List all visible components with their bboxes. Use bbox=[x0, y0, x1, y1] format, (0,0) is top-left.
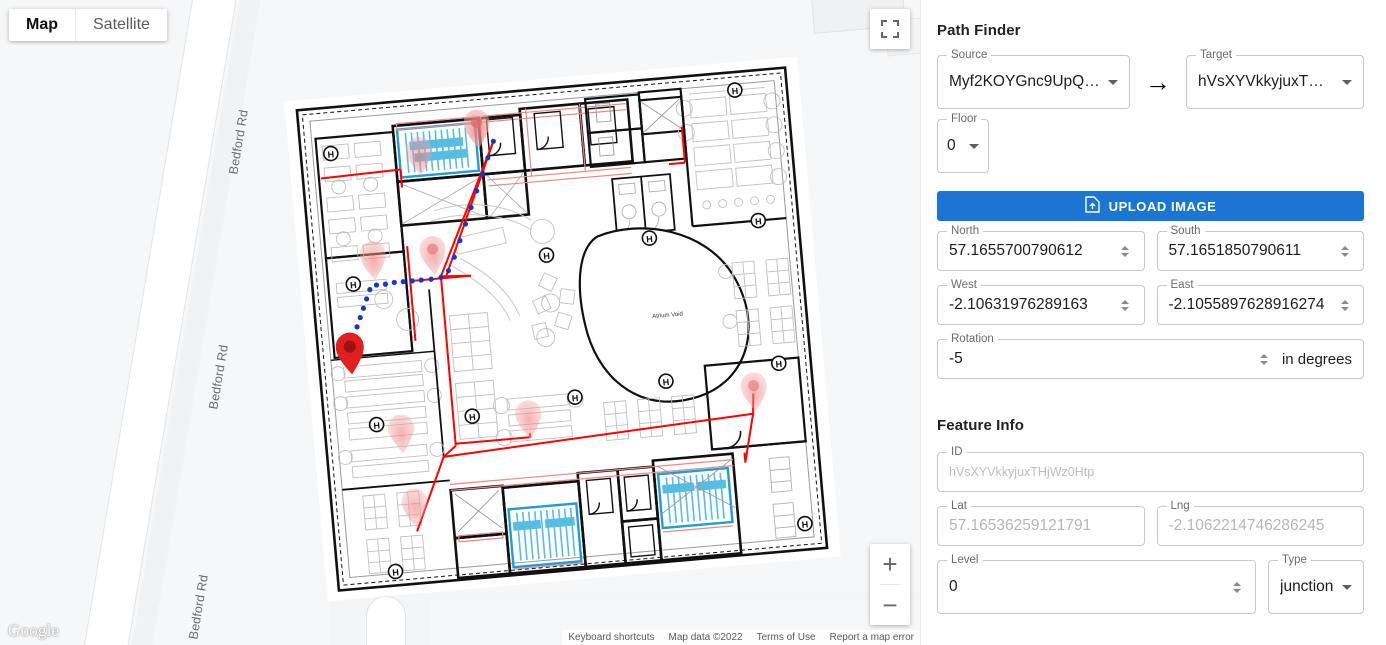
north-south-row: North 57.1655700790612 South 57.16518507… bbox=[937, 225, 1364, 271]
rotation-label: Rotation bbox=[947, 333, 998, 346]
road-label: Bedford Rd bbox=[206, 343, 231, 411]
chevron-down-icon[interactable] bbox=[969, 143, 979, 149]
chevron-down-icon[interactable] bbox=[1107, 79, 1118, 85]
keyboard-shortcuts-link[interactable]: Keyboard shortcuts bbox=[568, 632, 654, 643]
floor-label: Floor bbox=[947, 113, 982, 126]
zoom-in-icon[interactable]: + bbox=[870, 544, 910, 584]
south-input[interactable]: South 57.1651850790611 bbox=[1156, 225, 1364, 271]
rotation-value: -5 bbox=[949, 350, 963, 367]
feature-level-input[interactable]: Level 0 bbox=[937, 554, 1256, 614]
floorplan-overlay[interactable]: Atrium Void H H H H H H H H H H H H H bbox=[284, 56, 841, 602]
svg-text:H: H bbox=[392, 567, 399, 578]
zoom-control[interactable]: + − bbox=[870, 544, 910, 625]
west-label: West bbox=[947, 279, 981, 292]
map-data-text: Map data ©2022 bbox=[668, 632, 743, 643]
chevron-down-icon[interactable] bbox=[1342, 584, 1352, 590]
terms-of-use-link[interactable]: Terms of Use bbox=[757, 632, 816, 643]
upload-file-icon bbox=[1084, 196, 1100, 216]
west-value: -2.10631976289163 bbox=[949, 296, 1088, 313]
svg-text:H: H bbox=[543, 251, 550, 262]
upload-image-label: UPLOAD IMAGE bbox=[1108, 198, 1217, 214]
feature-lng-value: -2.1062214746286245 bbox=[1168, 517, 1325, 534]
chevron-down-icon[interactable] bbox=[1342, 79, 1352, 85]
map-type-map-button[interactable]: Map bbox=[9, 9, 75, 41]
east-input[interactable]: East -2.1055897628916274 bbox=[1156, 279, 1364, 325]
arrow-icon: → bbox=[1144, 67, 1171, 97]
path-finder-title: Path Finder bbox=[937, 22, 1021, 39]
west-east-row: West -2.10631976289163 East -2.105589762… bbox=[937, 279, 1364, 325]
map-attribution: Keyboard shortcuts Map data ©2022 Terms … bbox=[562, 630, 920, 645]
lat-lng-row: Lat 57.16536259121791 Lng -2.10622147462… bbox=[937, 500, 1364, 546]
feature-type-select[interactable]: Type junction bbox=[1268, 554, 1364, 614]
map-type-control[interactable]: Map Satellite bbox=[9, 9, 167, 41]
svg-text:H: H bbox=[373, 420, 380, 431]
svg-text:H: H bbox=[469, 412, 476, 423]
east-label: East bbox=[1166, 279, 1198, 292]
feature-id-label: ID bbox=[947, 446, 967, 459]
map-canvas[interactable]: Bedford Rd Bedford Rd Bedford Rd Atrium … bbox=[0, 0, 920, 645]
feature-lat-label: Lat bbox=[947, 500, 971, 513]
target-select[interactable]: Target hVsXYVkkyjuxTHj… bbox=[1186, 49, 1364, 109]
feature-info-title: Feature Info bbox=[937, 417, 1025, 434]
rotation-stepper[interactable] bbox=[1257, 349, 1272, 369]
south-stepper[interactable] bbox=[1337, 241, 1352, 261]
level-type-row: Level 0 Type junction bbox=[937, 554, 1364, 614]
report-map-error-link[interactable]: Report a map error bbox=[830, 632, 914, 643]
map-type-satellite-button[interactable]: Satellite bbox=[76, 9, 167, 41]
building-polygon bbox=[366, 596, 406, 645]
north-value: 57.1655700790612 bbox=[949, 242, 1083, 259]
source-select[interactable]: Source Myf2KOYGnc9UpQ… bbox=[937, 49, 1130, 109]
svg-text:H: H bbox=[662, 377, 669, 388]
feature-lat-input[interactable]: Lat 57.16536259121791 bbox=[937, 500, 1145, 546]
floor-select[interactable]: Floor 0 bbox=[937, 113, 989, 173]
rotation-row: Rotation -5 in degrees bbox=[937, 333, 1364, 379]
source-target-row: Source Myf2KOYGnc9UpQ… → Target hVsXYVkk… bbox=[937, 49, 1364, 109]
app-root: Bedford Rd Bedford Rd Bedford Rd Atrium … bbox=[0, 0, 1386, 645]
svg-text:H: H bbox=[801, 519, 808, 530]
feature-type-value: junction bbox=[1280, 578, 1334, 595]
feature-lat-value: 57.16536259121791 bbox=[949, 517, 1092, 534]
feature-lng-input[interactable]: Lng -2.1062214746286245 bbox=[1156, 500, 1364, 546]
rotation-suffix: in degrees bbox=[1281, 350, 1352, 368]
feature-level-label: Level bbox=[947, 554, 983, 567]
road-label: Bedford Rd bbox=[186, 573, 211, 641]
feature-type-label: Type bbox=[1278, 554, 1311, 567]
south-value: 57.1651850790611 bbox=[1168, 242, 1301, 259]
feature-lng-label: Lng bbox=[1166, 500, 1194, 513]
source-value: Myf2KOYGnc9UpQ… bbox=[949, 73, 1100, 90]
north-input[interactable]: North 57.1655700790612 bbox=[937, 225, 1145, 271]
east-value: -2.1055897628916274 bbox=[1168, 296, 1325, 313]
south-label: South bbox=[1166, 225, 1205, 238]
fullscreen-icon[interactable] bbox=[870, 9, 910, 49]
east-stepper[interactable] bbox=[1337, 295, 1352, 315]
svg-text:H: H bbox=[350, 280, 357, 291]
side-panel: Path Finder Source Myf2KOYGnc9UpQ… → Tar… bbox=[920, 0, 1386, 645]
svg-text:H: H bbox=[775, 359, 782, 370]
west-input[interactable]: West -2.10631976289163 bbox=[937, 279, 1145, 325]
svg-text:H: H bbox=[571, 393, 578, 404]
west-stepper[interactable] bbox=[1118, 295, 1133, 315]
floor-value: 0 bbox=[947, 137, 956, 154]
upload-image-button[interactable]: UPLOAD IMAGE bbox=[937, 191, 1364, 221]
svg-text:H: H bbox=[646, 234, 653, 245]
google-logo: Google bbox=[8, 621, 60, 640]
source-label: Source bbox=[947, 49, 992, 62]
feature-level-stepper[interactable] bbox=[1229, 577, 1244, 597]
id-row: ID hVsXYVkkyjuxTHjWz0Htp bbox=[937, 446, 1364, 492]
north-label: North bbox=[947, 225, 984, 238]
target-label: Target bbox=[1196, 49, 1236, 62]
feature-id-value: hVsXYVkkyjuxTHjWz0Htp bbox=[949, 465, 1095, 479]
feature-id-input[interactable]: ID hVsXYVkkyjuxTHjWz0Htp bbox=[937, 446, 1364, 492]
north-stepper[interactable] bbox=[1118, 241, 1133, 261]
rotation-input[interactable]: Rotation -5 in degrees bbox=[937, 333, 1364, 379]
feature-level-value: 0 bbox=[949, 578, 958, 595]
svg-text:H: H bbox=[327, 149, 334, 160]
target-value: hVsXYVkkyjuxTHj… bbox=[1198, 73, 1334, 90]
svg-text:H: H bbox=[755, 216, 762, 227]
svg-text:H: H bbox=[731, 86, 738, 97]
zoom-out-icon[interactable]: − bbox=[870, 585, 910, 625]
